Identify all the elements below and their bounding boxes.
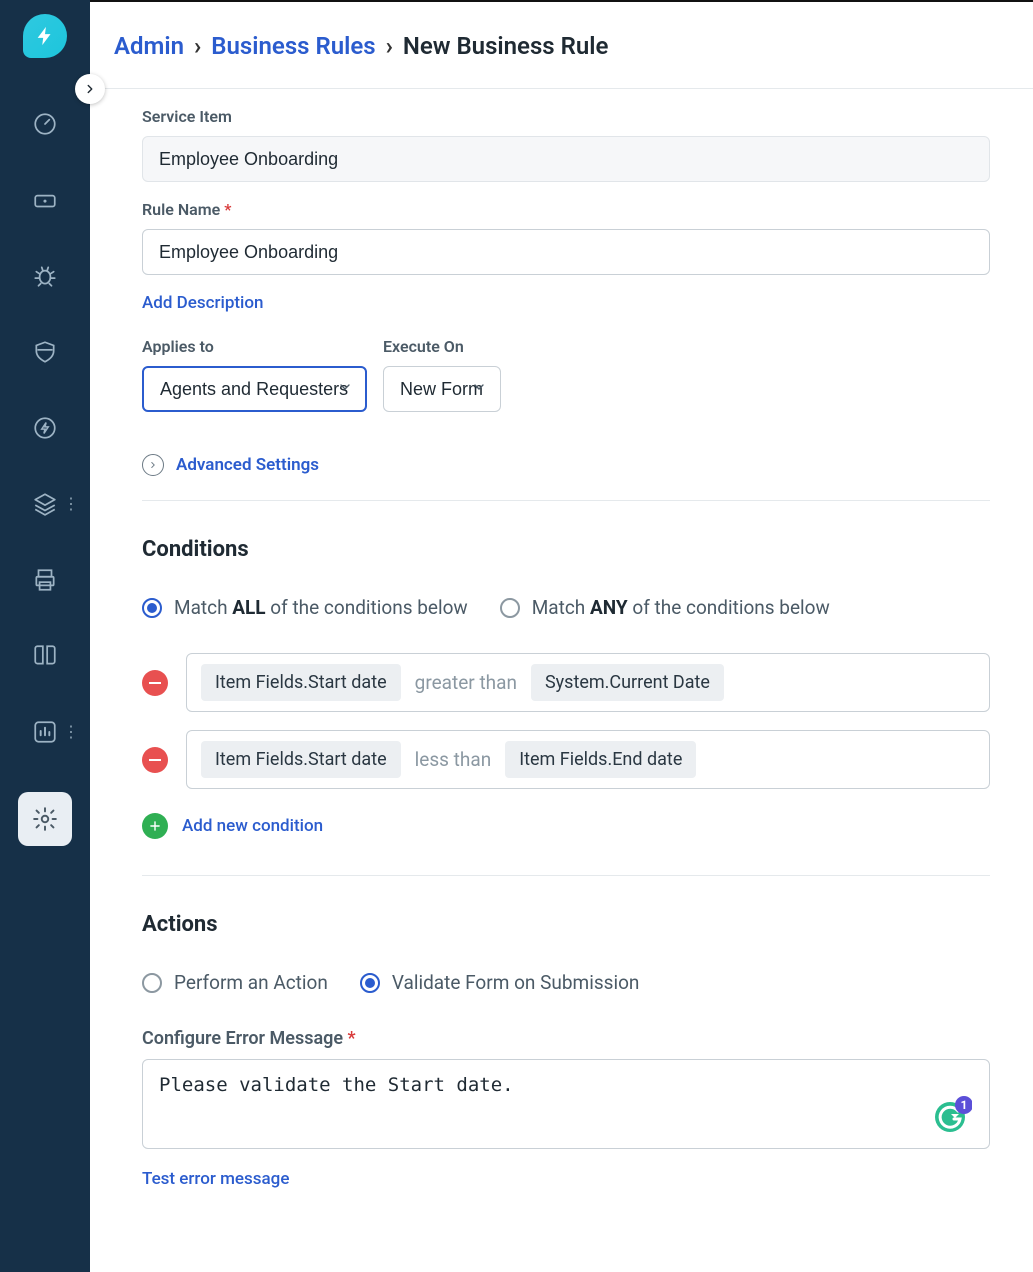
condition-row: Item Fields.Start date greater than Syst… [142, 653, 990, 712]
rule-name-field[interactable] [142, 229, 990, 275]
app-logo[interactable] [23, 14, 67, 58]
remove-condition-button[interactable] [142, 670, 168, 696]
applies-to-select[interactable]: Agents and Requesters [142, 366, 367, 412]
advanced-settings-label: Advanced Settings [176, 455, 319, 475]
test-error-message-link[interactable]: Test error message [142, 1169, 289, 1189]
analytics-icon [32, 719, 58, 745]
nav-releases[interactable] [29, 412, 61, 444]
condition-right-chip[interactable]: Item Fields.End date [505, 741, 696, 778]
conditions-title: Conditions [142, 537, 990, 562]
shield-icon [32, 339, 58, 365]
radio-selected-icon [142, 598, 162, 618]
validate-form-radio[interactable]: Validate Form on Submission [360, 971, 640, 994]
sidebar-collapse-button[interactable] [75, 74, 105, 104]
execute-on-select[interactable]: New Form [383, 366, 501, 412]
advanced-settings-toggle[interactable]: Advanced Settings [142, 454, 990, 476]
chevron-right-icon [83, 82, 97, 96]
printer-icon [32, 567, 58, 593]
condition-box[interactable]: Item Fields.Start date less than Item Fi… [186, 730, 990, 789]
more-dots-icon[interactable]: ⋮ [63, 722, 79, 741]
chevron-right-icon: › [386, 32, 393, 60]
ticket-icon [32, 187, 58, 213]
execute-on-label: Execute On [383, 337, 501, 356]
perform-action-label: Perform an Action [174, 971, 328, 994]
service-item-label: Service Item [142, 107, 990, 126]
form-content: Service Item Rule Name * Add Description… [90, 89, 1030, 1229]
radio-unselected-icon [500, 598, 520, 618]
add-condition-button[interactable]: Add new condition [142, 813, 990, 839]
breadcrumb-current: New Business Rule [403, 32, 609, 60]
bug-icon [32, 263, 58, 289]
breadcrumb: Admin › Business Rules › New Business Ru… [90, 0, 1033, 89]
radio-unselected-icon [142, 973, 162, 993]
bolt-icon [34, 25, 56, 47]
condition-right-chip[interactable]: System.Current Date [531, 664, 724, 701]
breadcrumb-admin[interactable]: Admin [114, 32, 184, 60]
condition-operator[interactable]: greater than [415, 671, 517, 694]
service-item-field [142, 136, 990, 182]
error-message-label: Configure Error Message * [142, 1028, 990, 1049]
applies-to-label: Applies to [142, 337, 367, 356]
condition-box[interactable]: Item Fields.Start date greater than Syst… [186, 653, 990, 712]
match-all-radio[interactable]: Match ALL of the conditions below [142, 596, 468, 619]
nav-dashboard[interactable] [29, 108, 61, 140]
main: Admin › Business Rules › New Business Ru… [90, 0, 1033, 1272]
validate-form-label: Validate Form on Submission [392, 971, 640, 994]
plus-circle-icon [142, 813, 168, 839]
sidebar: ⋮ ⋮ [0, 0, 90, 1272]
bolt-circle-icon [32, 415, 58, 441]
nav-contracts[interactable] [29, 564, 61, 596]
nav-admin[interactable] [18, 792, 72, 846]
rule-name-label: Rule Name * [142, 200, 990, 219]
more-dots-icon[interactable]: ⋮ [63, 494, 79, 513]
remove-condition-button[interactable] [142, 747, 168, 773]
actions-title: Actions [142, 912, 990, 937]
chevron-right-icon: › [194, 32, 201, 60]
book-icon [32, 643, 58, 669]
gauge-icon [32, 111, 58, 137]
add-description-link[interactable]: Add Description [142, 293, 263, 313]
condition-left-chip[interactable]: Item Fields.Start date [201, 741, 401, 778]
nav-changes[interactable] [29, 336, 61, 368]
nav-analytics[interactable]: ⋮ [29, 716, 61, 748]
nav-assets[interactable]: ⋮ [29, 488, 61, 520]
nav-solutions[interactable] [29, 640, 61, 672]
radio-selected-icon [360, 973, 380, 993]
divider [142, 500, 990, 501]
chevron-right-circle-icon [142, 454, 164, 476]
error-message-field[interactable] [142, 1059, 990, 1149]
breadcrumb-business-rules[interactable]: Business Rules [211, 32, 375, 60]
gear-icon [32, 806, 58, 832]
condition-row: Item Fields.Start date less than Item Fi… [142, 730, 990, 789]
svg-text:1: 1 [961, 1098, 968, 1112]
divider [142, 875, 990, 876]
add-condition-label: Add new condition [182, 816, 323, 836]
grammarly-icon[interactable]: 1 [932, 1095, 972, 1139]
nav-tickets[interactable] [29, 184, 61, 216]
nav-problems[interactable] [29, 260, 61, 292]
perform-action-radio[interactable]: Perform an Action [142, 971, 328, 994]
match-any-radio[interactable]: Match ANY of the conditions below [500, 596, 830, 619]
nav-icons: ⋮ ⋮ [0, 108, 90, 846]
condition-left-chip[interactable]: Item Fields.Start date [201, 664, 401, 701]
condition-operator[interactable]: less than [415, 748, 492, 771]
layers-icon [32, 491, 58, 517]
